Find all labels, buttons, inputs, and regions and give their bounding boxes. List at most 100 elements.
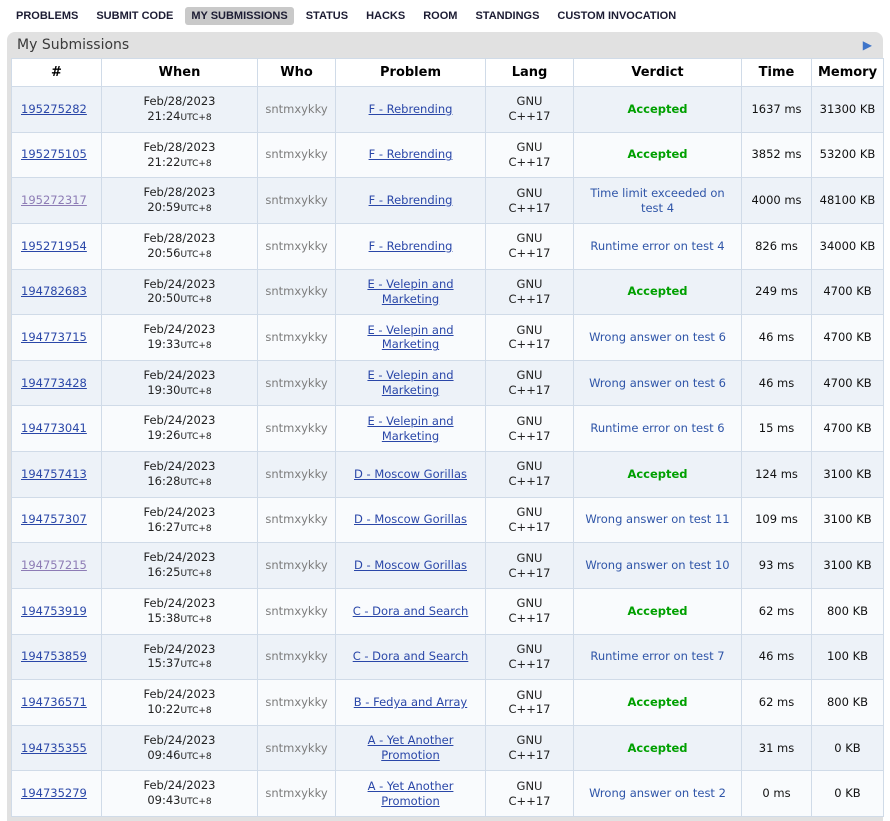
- time-value: 09:43: [147, 793, 180, 807]
- submission-time: 10:22UTC+8: [106, 702, 253, 718]
- user-link[interactable]: sntmxykky: [265, 330, 327, 344]
- submission-id-link[interactable]: 194735355: [21, 741, 87, 755]
- user-link[interactable]: sntmxykky: [265, 649, 327, 663]
- submission-row: 194753919 Feb/24/2023 15:38UTC+8 sntmxyk…: [12, 588, 884, 634]
- problem-link[interactable]: A - Yet Another Promotion: [368, 733, 454, 762]
- user-link[interactable]: sntmxykky: [265, 695, 327, 709]
- time-value: 19:26: [147, 428, 180, 442]
- problem-link[interactable]: D - Moscow Gorillas: [354, 467, 467, 481]
- nav-item-custom-invocation[interactable]: CUSTOM INVOCATION: [551, 7, 682, 25]
- who-cell: sntmxykky: [258, 725, 336, 771]
- submission-id-link[interactable]: 194773428: [21, 376, 87, 390]
- submissions-table: #WhenWhoProblemLangVerdictTimeMemory 195…: [11, 58, 884, 817]
- lang-label: GNU C++17: [507, 688, 553, 718]
- problem-link[interactable]: E - Velepin and Marketing: [367, 414, 453, 443]
- submission-time: 09:46UTC+8: [106, 748, 253, 764]
- verdict-cell: Accepted: [574, 269, 742, 315]
- user-link[interactable]: sntmxykky: [265, 558, 327, 572]
- user-link[interactable]: sntmxykky: [265, 147, 327, 161]
- submission-id-link[interactable]: 194782683: [21, 284, 87, 298]
- submission-row: 194773041 Feb/24/2023 19:26UTC+8 sntmxyk…: [12, 406, 884, 452]
- submission-date: Feb/24/2023: [106, 687, 253, 702]
- nav-item-submit-code[interactable]: SUBMIT CODE: [90, 7, 179, 25]
- problem-link[interactable]: E - Velepin and Marketing: [367, 368, 453, 397]
- nav-item-standings[interactable]: STANDINGS: [469, 7, 545, 25]
- user-link[interactable]: sntmxykky: [265, 102, 327, 116]
- problem-link[interactable]: C - Dora and Search: [353, 604, 469, 618]
- nav-item-status[interactable]: STATUS: [300, 7, 354, 25]
- submission-id-link[interactable]: 194735279: [21, 786, 87, 800]
- submission-id-link[interactable]: 195275105: [21, 147, 87, 161]
- problem-link[interactable]: B - Fedya and Array: [354, 695, 467, 709]
- submission-id-cell: 194757307: [12, 497, 102, 543]
- problem-link[interactable]: A - Yet Another Promotion: [368, 779, 454, 808]
- submission-id-link[interactable]: 194753859: [21, 649, 87, 663]
- submission-date: Feb/24/2023: [106, 642, 253, 657]
- problem-link[interactable]: D - Moscow Gorillas: [354, 512, 467, 526]
- user-link[interactable]: sntmxykky: [265, 239, 327, 253]
- problem-cell: F - Rebrending: [336, 223, 486, 269]
- memory-cell: 0 KB: [812, 725, 884, 771]
- user-link[interactable]: sntmxykky: [265, 786, 327, 800]
- user-link[interactable]: sntmxykky: [265, 193, 327, 207]
- submission-id-link[interactable]: 194773041: [21, 421, 87, 435]
- submission-id-cell: 194773428: [12, 360, 102, 406]
- submission-id-link[interactable]: 195271954: [21, 239, 87, 253]
- user-link[interactable]: sntmxykky: [265, 467, 327, 481]
- submission-id-link[interactable]: 195275282: [21, 102, 87, 116]
- verdict-cell: Accepted: [574, 680, 742, 726]
- problem-link[interactable]: E - Velepin and Marketing: [367, 323, 453, 352]
- user-link[interactable]: sntmxykky: [265, 284, 327, 298]
- verdict-cell: Time limit exceeded on test 4: [574, 178, 742, 224]
- submission-date: Feb/24/2023: [106, 596, 253, 611]
- nav-item-problems[interactable]: PROBLEMS: [10, 7, 84, 25]
- submission-id-link[interactable]: 194736571: [21, 695, 87, 709]
- submission-id-cell: 194773041: [12, 406, 102, 452]
- problem-link[interactable]: F - Rebrending: [369, 193, 453, 207]
- when-cell: Feb/24/2023 09:46UTC+8: [102, 725, 258, 771]
- submission-id-cell: 194753919: [12, 588, 102, 634]
- nav-item-my-submissions[interactable]: MY SUBMISSIONS: [185, 7, 293, 25]
- submissions-tbody: 195275282 Feb/28/2023 21:24UTC+8 sntmxyk…: [12, 87, 884, 817]
- problem-cell: E - Velepin and Marketing: [336, 269, 486, 315]
- submission-id-link[interactable]: 194773715: [21, 330, 87, 344]
- lang-label: GNU C++17: [507, 414, 553, 444]
- submission-date: Feb/24/2023: [106, 459, 253, 474]
- submission-id-link[interactable]: 194757307: [21, 512, 87, 526]
- time-cell: 46 ms: [742, 634, 812, 680]
- problem-cell: B - Fedya and Array: [336, 680, 486, 726]
- submission-id-cell: 194757413: [12, 452, 102, 498]
- problem-cell: E - Velepin and Marketing: [336, 360, 486, 406]
- submission-date: Feb/24/2023: [106, 368, 253, 383]
- nav-item-room[interactable]: ROOM: [417, 7, 463, 25]
- problem-link[interactable]: F - Rebrending: [369, 147, 453, 161]
- user-link[interactable]: sntmxykky: [265, 741, 327, 755]
- problem-cell: C - Dora and Search: [336, 634, 486, 680]
- user-link[interactable]: sntmxykky: [265, 604, 327, 618]
- when-cell: Feb/24/2023 20:50UTC+8: [102, 269, 258, 315]
- submission-id-link[interactable]: 194757413: [21, 467, 87, 481]
- user-link[interactable]: sntmxykky: [265, 512, 327, 526]
- lang-label: GNU C++17: [507, 459, 553, 489]
- submission-time: 20:50UTC+8: [106, 291, 253, 307]
- problem-link[interactable]: F - Rebrending: [369, 239, 453, 253]
- user-link[interactable]: sntmxykky: [265, 376, 327, 390]
- nav-item-hacks[interactable]: HACKS: [360, 7, 411, 25]
- submission-id-cell: 195272317: [12, 178, 102, 224]
- timezone-label: UTC+8: [181, 295, 212, 305]
- submission-id-link[interactable]: 194757215: [21, 558, 87, 572]
- problem-link[interactable]: C - Dora and Search: [353, 649, 469, 663]
- submission-id-link[interactable]: 194753919: [21, 604, 87, 618]
- problem-link[interactable]: F - Rebrending: [369, 102, 453, 116]
- submission-row: 194757215 Feb/24/2023 16:25UTC+8 sntmxyk…: [12, 543, 884, 589]
- verdict-cell: Wrong answer on test 6: [574, 360, 742, 406]
- submission-id-cell: 194773715: [12, 315, 102, 361]
- user-link[interactable]: sntmxykky: [265, 421, 327, 435]
- submission-id-link[interactable]: 195272317: [21, 193, 87, 207]
- collapse-arrow-icon[interactable]: ▶: [861, 37, 874, 53]
- problem-cell: A - Yet Another Promotion: [336, 771, 486, 817]
- problem-link[interactable]: E - Velepin and Marketing: [367, 277, 453, 306]
- memory-cell: 48100 KB: [812, 178, 884, 224]
- submission-time: 19:33UTC+8: [106, 337, 253, 353]
- problem-link[interactable]: D - Moscow Gorillas: [354, 558, 467, 572]
